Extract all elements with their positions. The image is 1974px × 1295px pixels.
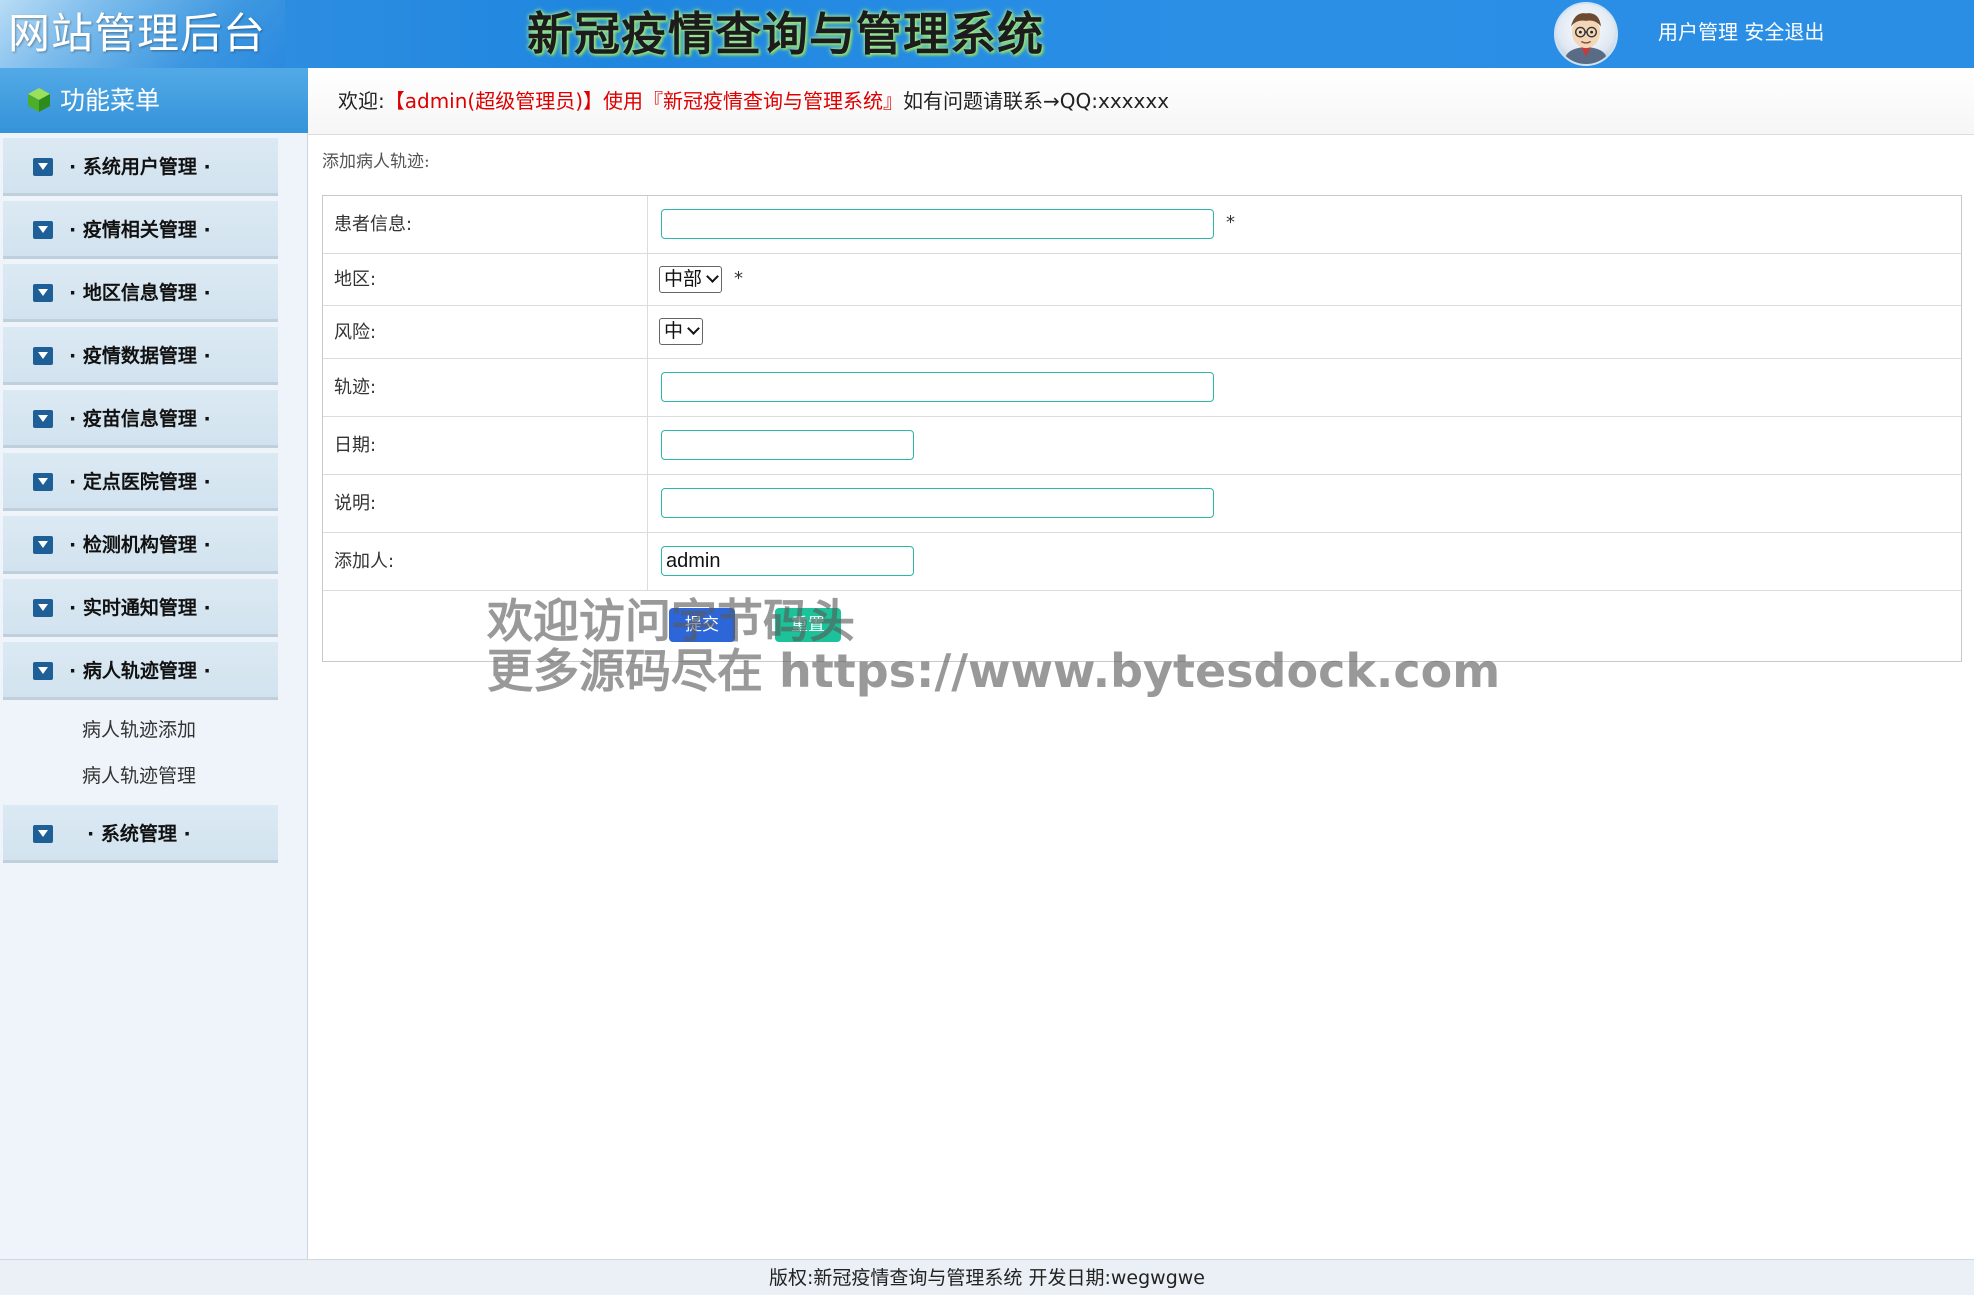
form-actions: 提交 重置 bbox=[323, 591, 1961, 661]
form-row-patient: 患者信息: * bbox=[323, 196, 1961, 254]
required-mark: * bbox=[734, 268, 743, 289]
avatar[interactable] bbox=[1554, 2, 1618, 66]
chevron-down-icon bbox=[33, 347, 53, 365]
chevron-down-icon bbox=[33, 536, 53, 554]
top-links: 用户管理 安全退出 bbox=[1658, 18, 1824, 46]
sidebar-group-hospital[interactable]: · 定点医院管理 · bbox=[3, 453, 278, 511]
submit-button[interactable]: 提交 bbox=[669, 608, 735, 642]
sidebar-group-label: · 疫情相关管理 · bbox=[69, 219, 211, 241]
chevron-down-icon bbox=[33, 825, 53, 843]
sidebar-group-notice[interactable]: · 实时通知管理 · bbox=[3, 579, 278, 637]
form-row-region: 地区: 中部 * bbox=[323, 254, 1961, 306]
form-row-track: 轨迹: bbox=[323, 359, 1961, 417]
region-select-value: 中部 bbox=[664, 268, 703, 290]
risk-select[interactable]: 中 bbox=[659, 318, 704, 345]
chevron-down-icon bbox=[33, 410, 53, 428]
track-label: 轨迹: bbox=[323, 359, 648, 416]
chevron-down-icon bbox=[687, 322, 700, 335]
chevron-down-icon bbox=[33, 221, 53, 239]
site-name: 网站管理后台 bbox=[0, 0, 285, 68]
form-row-note: 说明: bbox=[323, 475, 1961, 533]
sidebar-group-patient-track[interactable]: · 病人轨迹管理 · bbox=[3, 642, 278, 700]
form-row-adder: 添加人: bbox=[323, 533, 1961, 591]
sidebar-group-label: · 疫苗信息管理 · bbox=[69, 408, 211, 430]
track-form: 患者信息: * 地区: 中部 * 风险: 中 轨迹: 日期: 说明: 添加人: … bbox=[322, 195, 1962, 662]
chevron-down-icon bbox=[706, 270, 719, 283]
chevron-down-icon bbox=[33, 284, 53, 302]
sidebar-group-label: · 疫情数据管理 · bbox=[69, 345, 211, 367]
welcome-contact: 如有问题请联系→QQ:xxxxxx bbox=[903, 89, 1170, 113]
date-input[interactable] bbox=[661, 430, 914, 460]
risk-select-value: 中 bbox=[664, 320, 684, 342]
risk-label: 风险: bbox=[323, 306, 648, 358]
sidebar-group-system-users[interactable]: · 系统用户管理 · bbox=[3, 138, 278, 196]
adder-label: 添加人: bbox=[323, 533, 648, 590]
welcome-bar: 欢迎:【admin(超级管理员)】使用『新冠疫情查询与管理系统』如有问题请联系→… bbox=[308, 68, 1974, 135]
date-label: 日期: bbox=[323, 417, 648, 474]
chevron-down-icon bbox=[33, 473, 53, 491]
required-mark: * bbox=[1226, 212, 1235, 233]
form-row-date: 日期: bbox=[323, 417, 1961, 475]
reset-button[interactable]: 重置 bbox=[775, 608, 841, 642]
note-input[interactable] bbox=[661, 488, 1214, 518]
sidebar-group-label: · 实时通知管理 · bbox=[69, 597, 211, 619]
sidebar-group-system[interactable]: · 系统管理 · bbox=[3, 805, 278, 863]
sidebar-group-label: · 病人轨迹管理 · bbox=[69, 660, 211, 682]
sidebar-item-track-manage[interactable]: 病人轨迹管理 bbox=[82, 762, 196, 790]
top-header: 网站管理后台 新冠疫情查询与管理系统 用户管理 安全退出 bbox=[0, 0, 1974, 68]
sidebar-item-track-add[interactable]: 病人轨迹添加 bbox=[82, 716, 196, 744]
sidebar-group-label: · 系统管理 · bbox=[87, 823, 191, 845]
sidebar-group-label: · 定点医院管理 · bbox=[69, 471, 211, 493]
patient-input[interactable] bbox=[661, 209, 1214, 239]
region-label: 地区: bbox=[323, 254, 648, 305]
user-manage-link[interactable]: 用户管理 bbox=[1658, 20, 1738, 44]
note-label: 说明: bbox=[323, 475, 648, 532]
region-select[interactable]: 中部 bbox=[659, 266, 723, 293]
footer: 版权:新冠疫情查询与管理系统 开发日期:wegwgwe bbox=[0, 1259, 1974, 1295]
page-title: 添加病人轨迹: bbox=[322, 152, 430, 172]
sidebar-group-epidemic-data[interactable]: · 疫情数据管理 · bbox=[3, 327, 278, 385]
sidebar-group-region[interactable]: · 地区信息管理 · bbox=[3, 264, 278, 322]
welcome-user-info: 【admin(超级管理员)】使用『新冠疫情查询与管理系统』 bbox=[384, 89, 904, 113]
patient-label: 患者信息: bbox=[323, 196, 648, 253]
menu-title: 功能菜单 bbox=[0, 68, 308, 133]
menu-title-label: 功能菜单 bbox=[60, 86, 161, 115]
sidebar-group-vaccine[interactable]: · 疫苗信息管理 · bbox=[3, 390, 278, 448]
main-content: 添加病人轨迹: 患者信息: * 地区: 中部 * 风险: 中 轨迹: 日期: 说… bbox=[308, 135, 1974, 1259]
chevron-down-icon bbox=[33, 662, 53, 680]
user-avatar-icon bbox=[1565, 13, 1607, 64]
logout-link[interactable]: 安全退出 bbox=[1744, 20, 1824, 44]
sidebar-group-label: · 系统用户管理 · bbox=[69, 156, 211, 178]
sidebar-group-epidemic[interactable]: · 疫情相关管理 · bbox=[3, 201, 278, 259]
sidebar-group-label: · 检测机构管理 · bbox=[69, 534, 211, 556]
sidebar: 功能菜单 · 系统用户管理 · · 疫情相关管理 · · 地区信息管理 · · … bbox=[0, 68, 308, 1259]
sidebar-group-testing[interactable]: · 检测机构管理 · bbox=[3, 516, 278, 574]
welcome-prefix: 欢迎: bbox=[338, 89, 385, 113]
form-row-risk: 风险: 中 bbox=[323, 306, 1961, 359]
sidebar-group-label: · 地区信息管理 · bbox=[69, 282, 211, 304]
track-input[interactable] bbox=[661, 372, 1214, 402]
adder-input[interactable] bbox=[661, 546, 914, 576]
chevron-down-icon bbox=[33, 599, 53, 617]
chevron-down-icon bbox=[33, 158, 53, 176]
cube-icon bbox=[28, 88, 50, 112]
system-title: 新冠疫情查询与管理系统 bbox=[527, 7, 1044, 61]
